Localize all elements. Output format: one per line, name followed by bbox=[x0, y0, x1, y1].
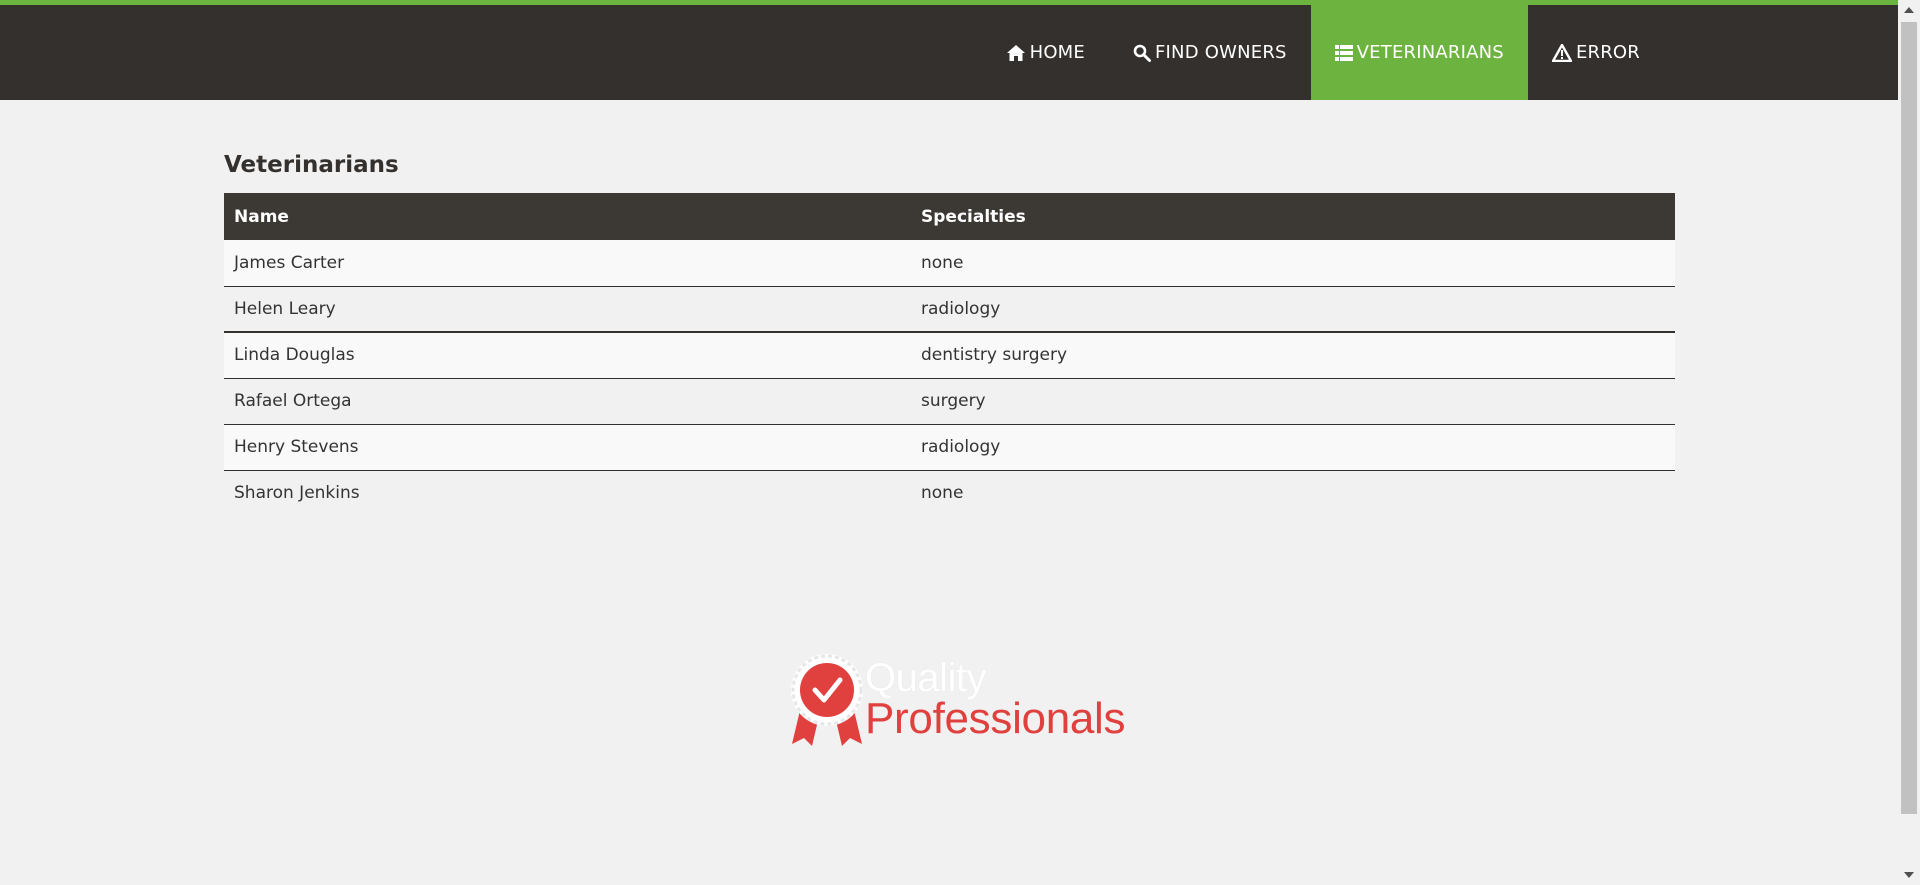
column-header-name[interactable]: Name bbox=[224, 193, 911, 240]
table-header: Name Specialties bbox=[224, 193, 1675, 240]
scroll-down-arrow-icon[interactable] bbox=[1898, 865, 1920, 885]
nav-item-label: VETERINARIANS bbox=[1356, 42, 1504, 63]
warning-icon bbox=[1551, 43, 1572, 62]
vet-name-cell: Rafael Ortega bbox=[234, 391, 352, 411]
quality-professionals-logo: Quality Professionals bbox=[786, 650, 1126, 750]
vertical-scrollbar[interactable] bbox=[1898, 0, 1920, 885]
vet-name-cell: James Carter bbox=[234, 252, 345, 273]
nav-item-veterinarians[interactable]: VETERINARIANS bbox=[1310, 5, 1528, 100]
nav-item-label: ERROR bbox=[1575, 42, 1640, 63]
vet-name-cell: Henry Stevens bbox=[234, 437, 359, 457]
nav-menu: HOME FIND OWNERS VETERINARIANS ERROR bbox=[982, 5, 1664, 100]
logo-text-professionals: Professionals bbox=[865, 694, 1126, 743]
vet-specialties-cell: none bbox=[921, 252, 964, 273]
vet-specialties-cell: surgery bbox=[921, 391, 986, 411]
home-icon bbox=[1006, 44, 1026, 62]
list-icon bbox=[1334, 44, 1353, 61]
nav-item-error[interactable]: ERROR bbox=[1528, 5, 1664, 100]
vet-specialties-cell: dentistry surgery bbox=[921, 345, 1068, 366]
vet-specialties-cell: none bbox=[921, 483, 964, 504]
table-row: Helen Leary radiology bbox=[224, 286, 1675, 332]
table-row: Rafael Ortega surgery bbox=[224, 378, 1675, 424]
scrollbar-thumb[interactable] bbox=[1901, 22, 1917, 814]
vet-specialties-cell: radiology bbox=[921, 298, 1001, 319]
scroll-up-arrow-icon[interactable] bbox=[1898, 0, 1920, 20]
vet-name-cell: Sharon Jenkins bbox=[234, 483, 360, 504]
table-row: Linda Douglas dentistry surgery bbox=[224, 332, 1675, 378]
page-title: Veterinarians bbox=[224, 152, 399, 178]
vet-specialties-cell: radiology bbox=[921, 437, 1001, 457]
nav-item-label: FIND OWNERS bbox=[1155, 42, 1287, 63]
nav-item-find-owners[interactable]: FIND OWNERS bbox=[1109, 5, 1311, 100]
table-body: James Carter none Helen Leary radiology … bbox=[224, 240, 1675, 516]
main-content: Veterinarians Name Specialties James Car… bbox=[224, 150, 1675, 516]
table-header-row: Name Specialties bbox=[224, 193, 1675, 240]
vet-name-cell: Helen Leary bbox=[234, 298, 336, 319]
nav-item-label: HOME bbox=[1029, 42, 1085, 63]
table-row: Henry Stevens radiology bbox=[224, 424, 1675, 470]
column-header-specialties[interactable]: Specialties bbox=[911, 193, 1675, 240]
search-icon bbox=[1133, 44, 1151, 62]
veterinarians-table: Name Specialties James Carter none Helen… bbox=[224, 193, 1675, 516]
navbar: HOME FIND OWNERS VETERINARIANS ERROR bbox=[0, 5, 1898, 100]
nav-item-home[interactable]: HOME bbox=[982, 5, 1109, 100]
table-row: James Carter none bbox=[224, 240, 1675, 286]
vet-name-cell: Linda Douglas bbox=[234, 345, 355, 366]
table-row: Sharon Jenkins none bbox=[224, 470, 1675, 516]
